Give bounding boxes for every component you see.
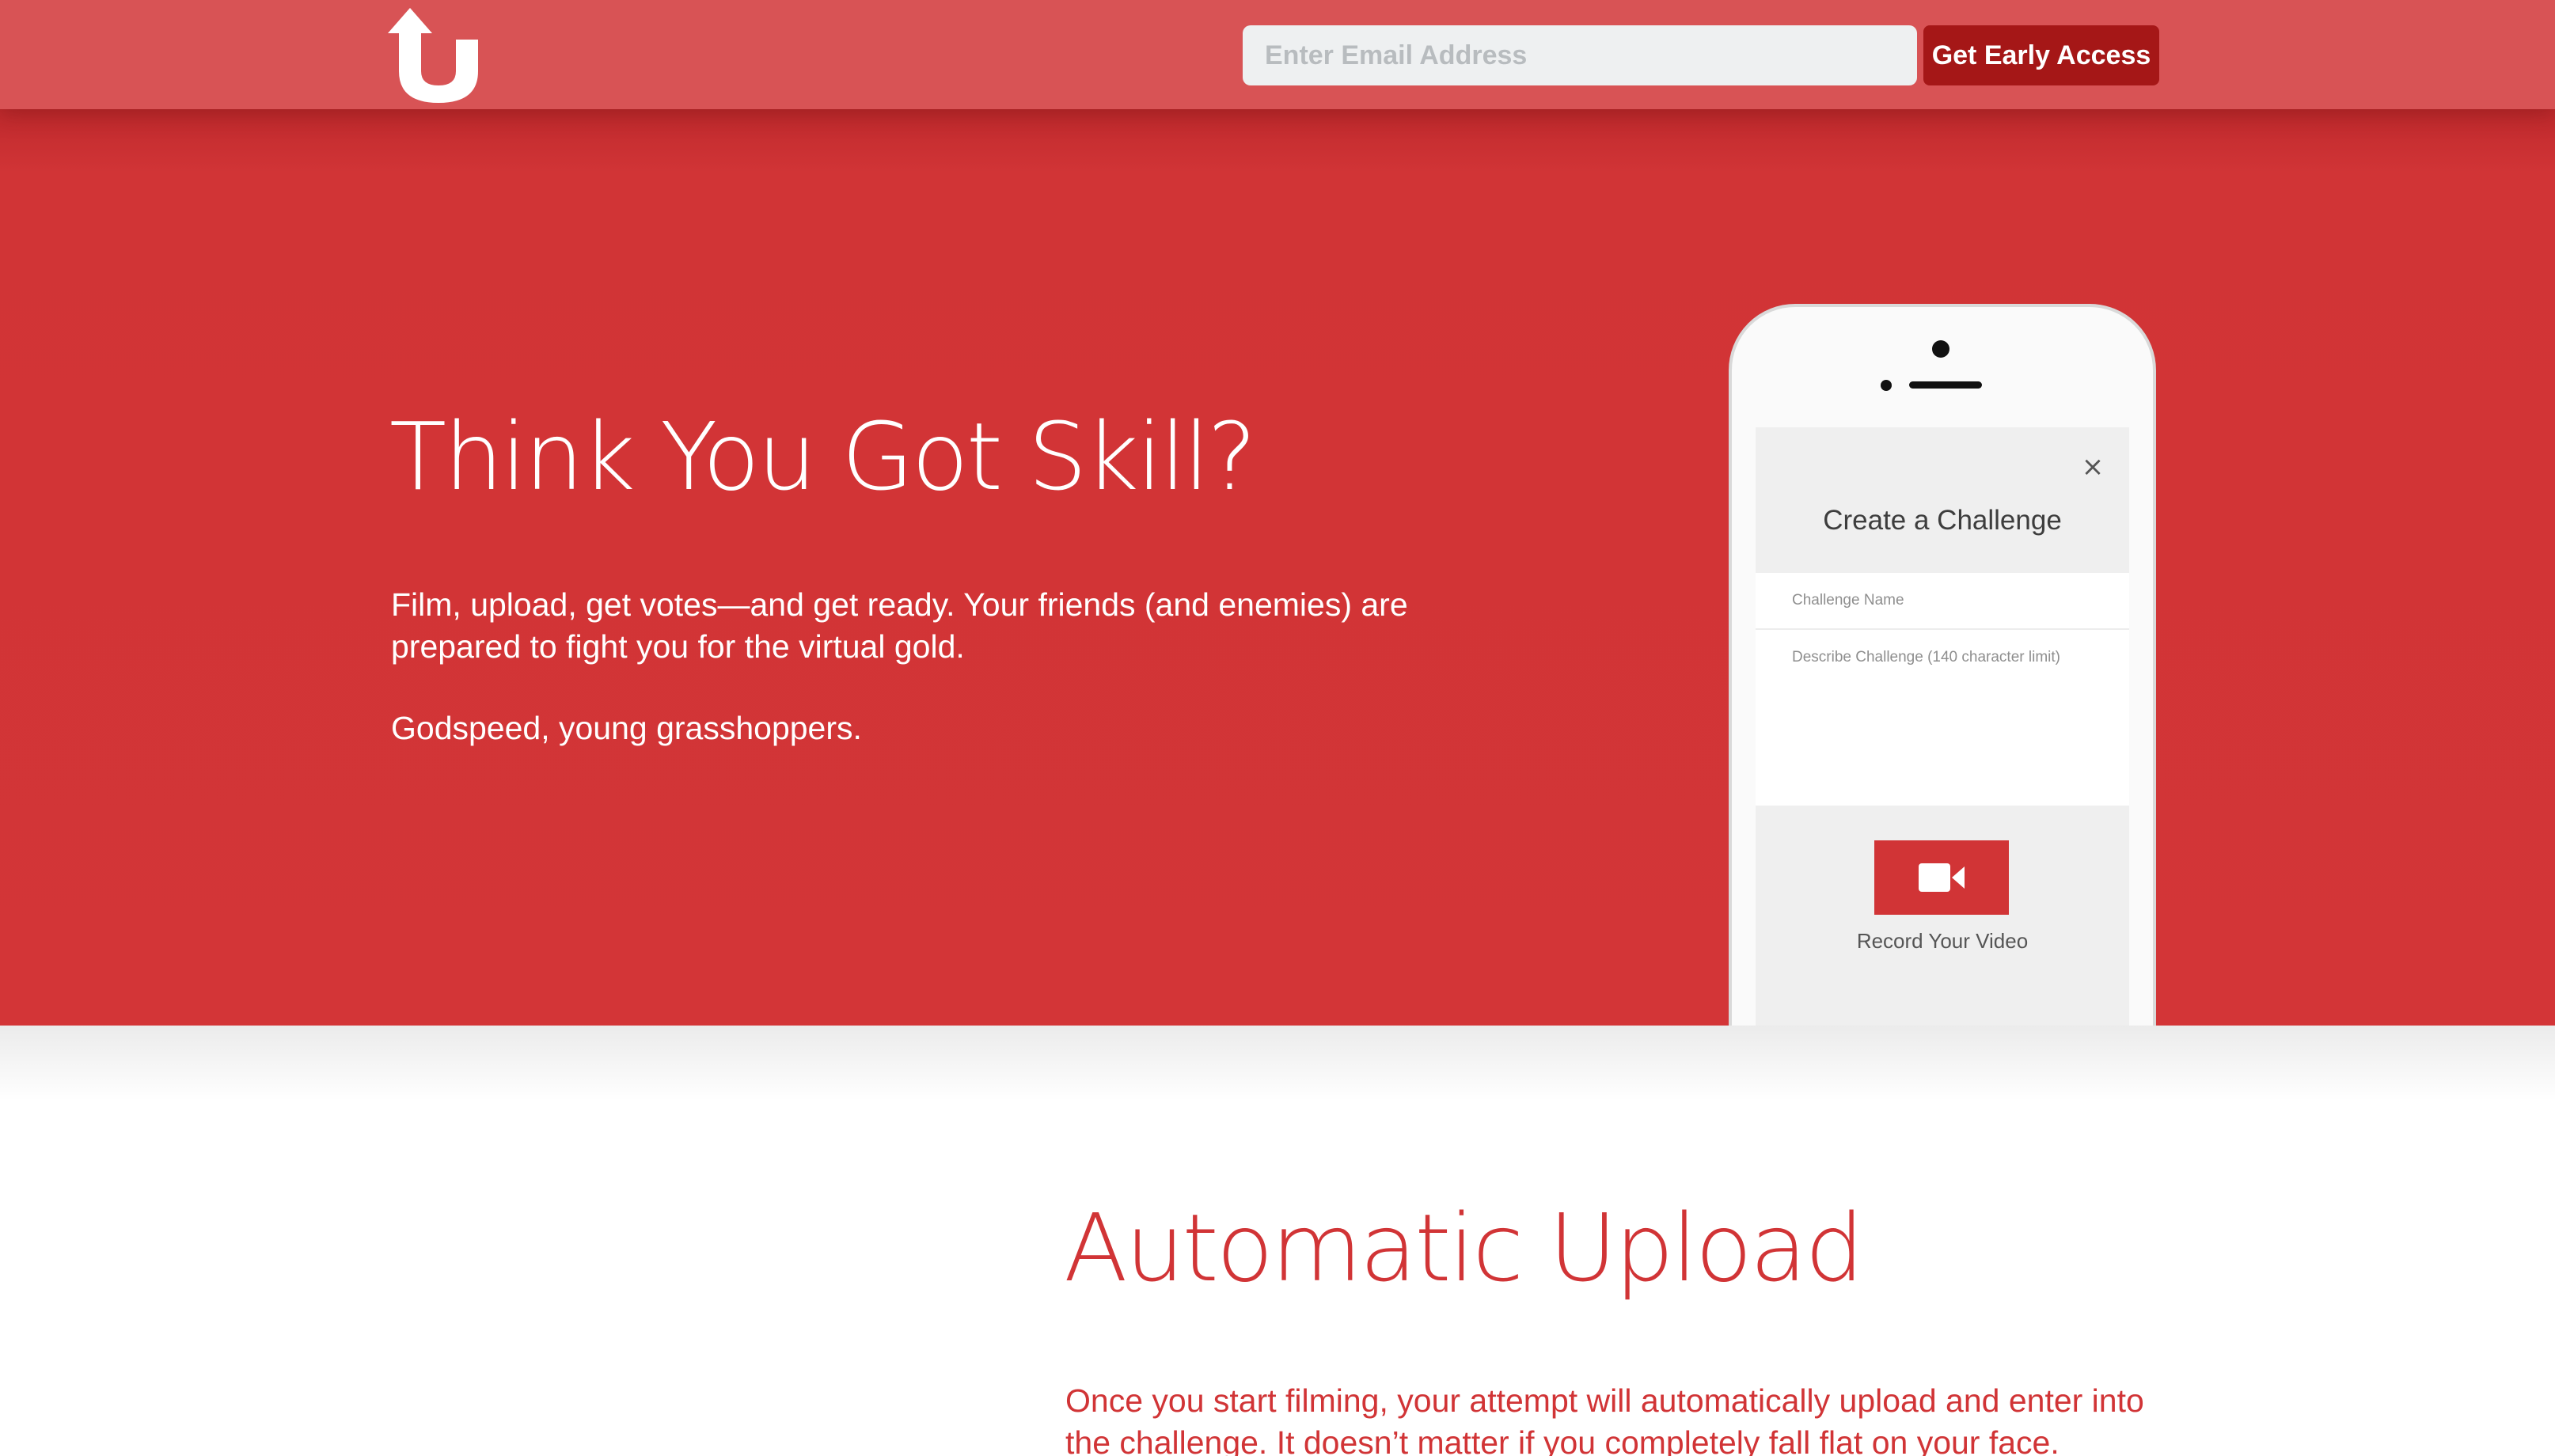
video-camera-icon — [1919, 863, 1965, 892]
record-video-label: Record Your Video — [1856, 929, 2029, 953]
phone-speaker — [1909, 381, 1982, 389]
phone-screen: × Create a Challenge Challenge Name Desc… — [1756, 427, 2129, 1026]
close-icon[interactable]: × — [2077, 451, 2109, 483]
email-input[interactable] — [1243, 25, 1917, 85]
challenge-name-placeholder: Challenge Name — [1792, 592, 1904, 609]
record-video-button[interactable] — [1874, 840, 2009, 915]
get-early-access-button[interactable]: Get Early Access — [1923, 25, 2159, 85]
screen-header: × Create a Challenge — [1756, 427, 2129, 573]
screen-title: Create a Challenge — [1823, 505, 2062, 536]
site-header: Get Early Access — [0, 0, 2555, 109]
phone-sensor — [1881, 380, 1892, 391]
challenge-description-placeholder: Describe Challenge (140 character limit) — [1792, 649, 2060, 665]
phone-camera — [1932, 340, 1949, 358]
challenge-description-field[interactable]: Describe Challenge (140 character limit) — [1756, 630, 2129, 806]
feature-text: Once you start filming, your attempt wil… — [1065, 1382, 2144, 1456]
record-panel: Record Your Video — [1756, 806, 2129, 1026]
hero-section: Think You Got Skill? Film, upload, get v… — [0, 109, 2555, 1026]
upload-logo-icon[interactable] — [388, 8, 489, 103]
phone-mockup: × Create a Challenge Challenge Name Desc… — [1729, 304, 2156, 1026]
hero-title: Think You Got Skill? — [389, 402, 1257, 511]
hero-paragraph: Film, upload, get votes—and get ready. Y… — [391, 586, 1408, 665]
challenge-name-field[interactable]: Challenge Name — [1756, 573, 2129, 630]
section-divider-shadow — [0, 1026, 2555, 1101]
hero-tagline: Godspeed, young grasshoppers. — [391, 710, 862, 746]
feature-title: Automatic Upload — [1064, 1193, 1864, 1302]
